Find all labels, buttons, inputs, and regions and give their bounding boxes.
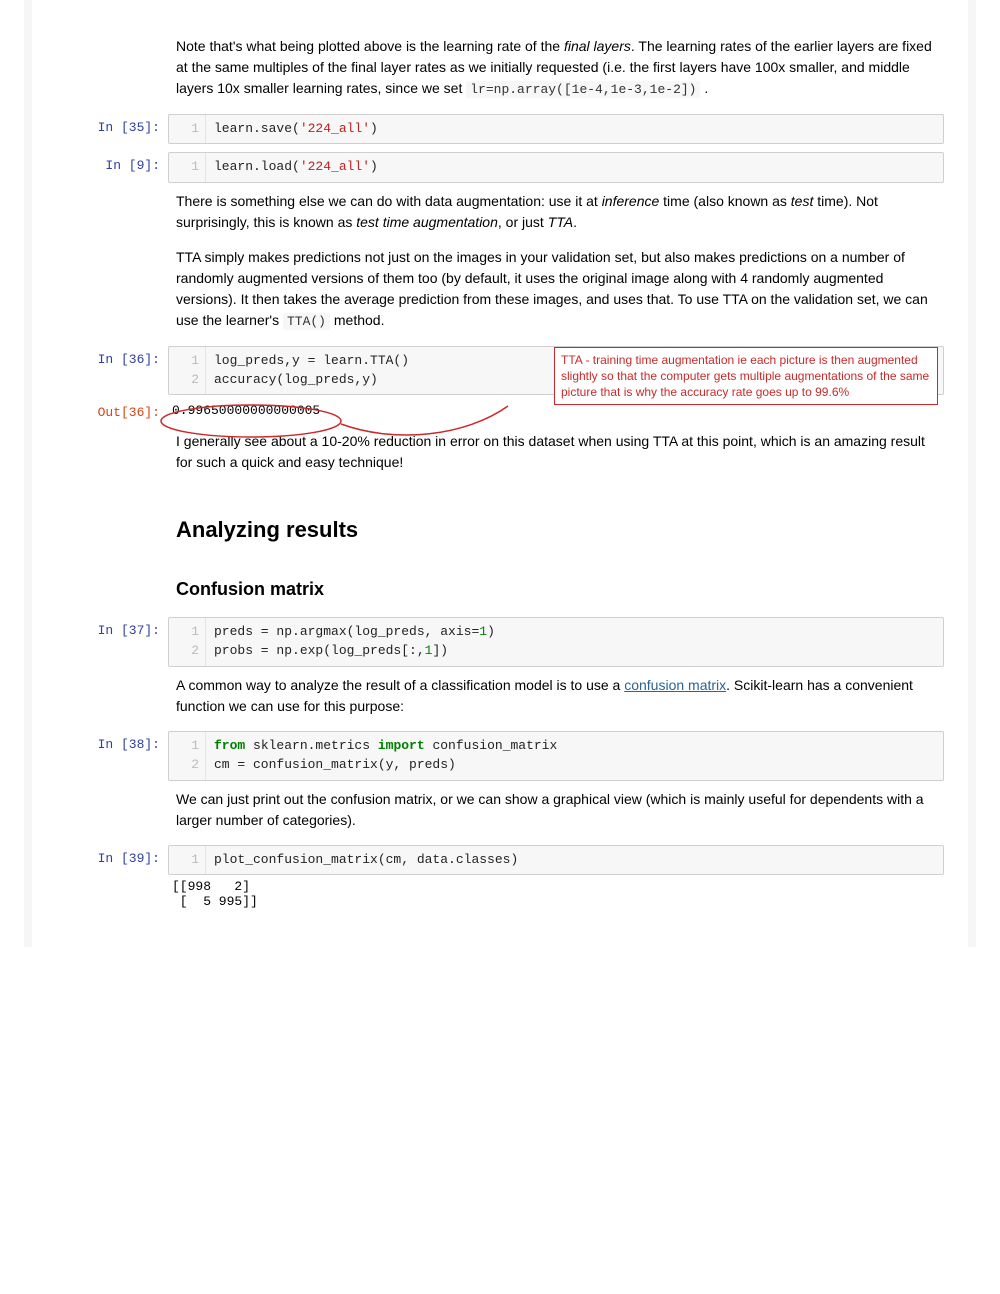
- in-prompt: In [35]:: [56, 114, 168, 138]
- code-input[interactable]: 1 plot_confusion_matrix(cm, data.classes…: [168, 845, 944, 876]
- line-gutter: 1: [169, 846, 206, 875]
- code-cell: In [9]: 1 learn.load('224_all'): [56, 152, 944, 183]
- in-prompt: In [36]:: [56, 346, 168, 370]
- line-gutter: 1: [169, 115, 206, 144]
- code-input[interactable]: 1 2 preds = np.argmax(log_preds, axis=1)…: [168, 617, 944, 667]
- code-cell: In [35]: 1 learn.save('224_all'): [56, 114, 944, 145]
- code-input[interactable]: 1 learn.load('224_all'): [168, 152, 944, 183]
- confusion-matrix-link[interactable]: confusion matrix: [624, 677, 726, 693]
- inline-code: lr=np.array([1e-4,1e-3,1e-2]): [466, 81, 700, 98]
- sub-heading: Confusion matrix: [176, 576, 944, 603]
- section-heading: Analyzing results: [176, 513, 944, 546]
- paragraph: A common way to analyze the result of a …: [176, 675, 944, 717]
- text: .: [700, 80, 708, 96]
- output-text: [[998 2] [ 5 995]]: [168, 875, 944, 909]
- in-prompt: In [37]:: [56, 617, 168, 641]
- in-prompt: In [9]:: [56, 152, 168, 176]
- code-cell: In [37]: 1 2 preds = np.argmax(log_preds…: [56, 617, 944, 667]
- in-prompt: In [39]:: [56, 845, 168, 869]
- inline-code: TTA(): [283, 313, 330, 330]
- line-gutter: 1 2: [169, 347, 206, 395]
- code-cell: In [39]: 1 plot_confusion_matrix(cm, dat…: [56, 845, 944, 910]
- out-prompt: Out[36]:: [56, 399, 168, 423]
- line-gutter: 1 2: [169, 732, 206, 780]
- code-cell: In [38]: 1 2 from sklearn.metrics import…: [56, 731, 944, 781]
- text: Note that's what being plotted above is …: [176, 38, 564, 54]
- line-gutter: 1: [169, 153, 206, 182]
- paragraph: Note that's what being plotted above is …: [176, 36, 944, 100]
- code-input[interactable]: 1 learn.save('224_all'): [168, 114, 944, 145]
- paragraph: We can just print out the confusion matr…: [176, 789, 944, 831]
- line-gutter: 1 2: [169, 618, 206, 666]
- emphasis: final layers: [564, 38, 631, 54]
- code-input[interactable]: 1 2 from sklearn.metrics import confusio…: [168, 731, 944, 781]
- paragraph: There is something else we can do with d…: [176, 191, 944, 332]
- in-prompt: In [38]:: [56, 731, 168, 755]
- paragraph: I generally see about a 10-20% reduction…: [176, 431, 944, 473]
- annotation-box: TTA - training time augmentation ie each…: [554, 347, 938, 406]
